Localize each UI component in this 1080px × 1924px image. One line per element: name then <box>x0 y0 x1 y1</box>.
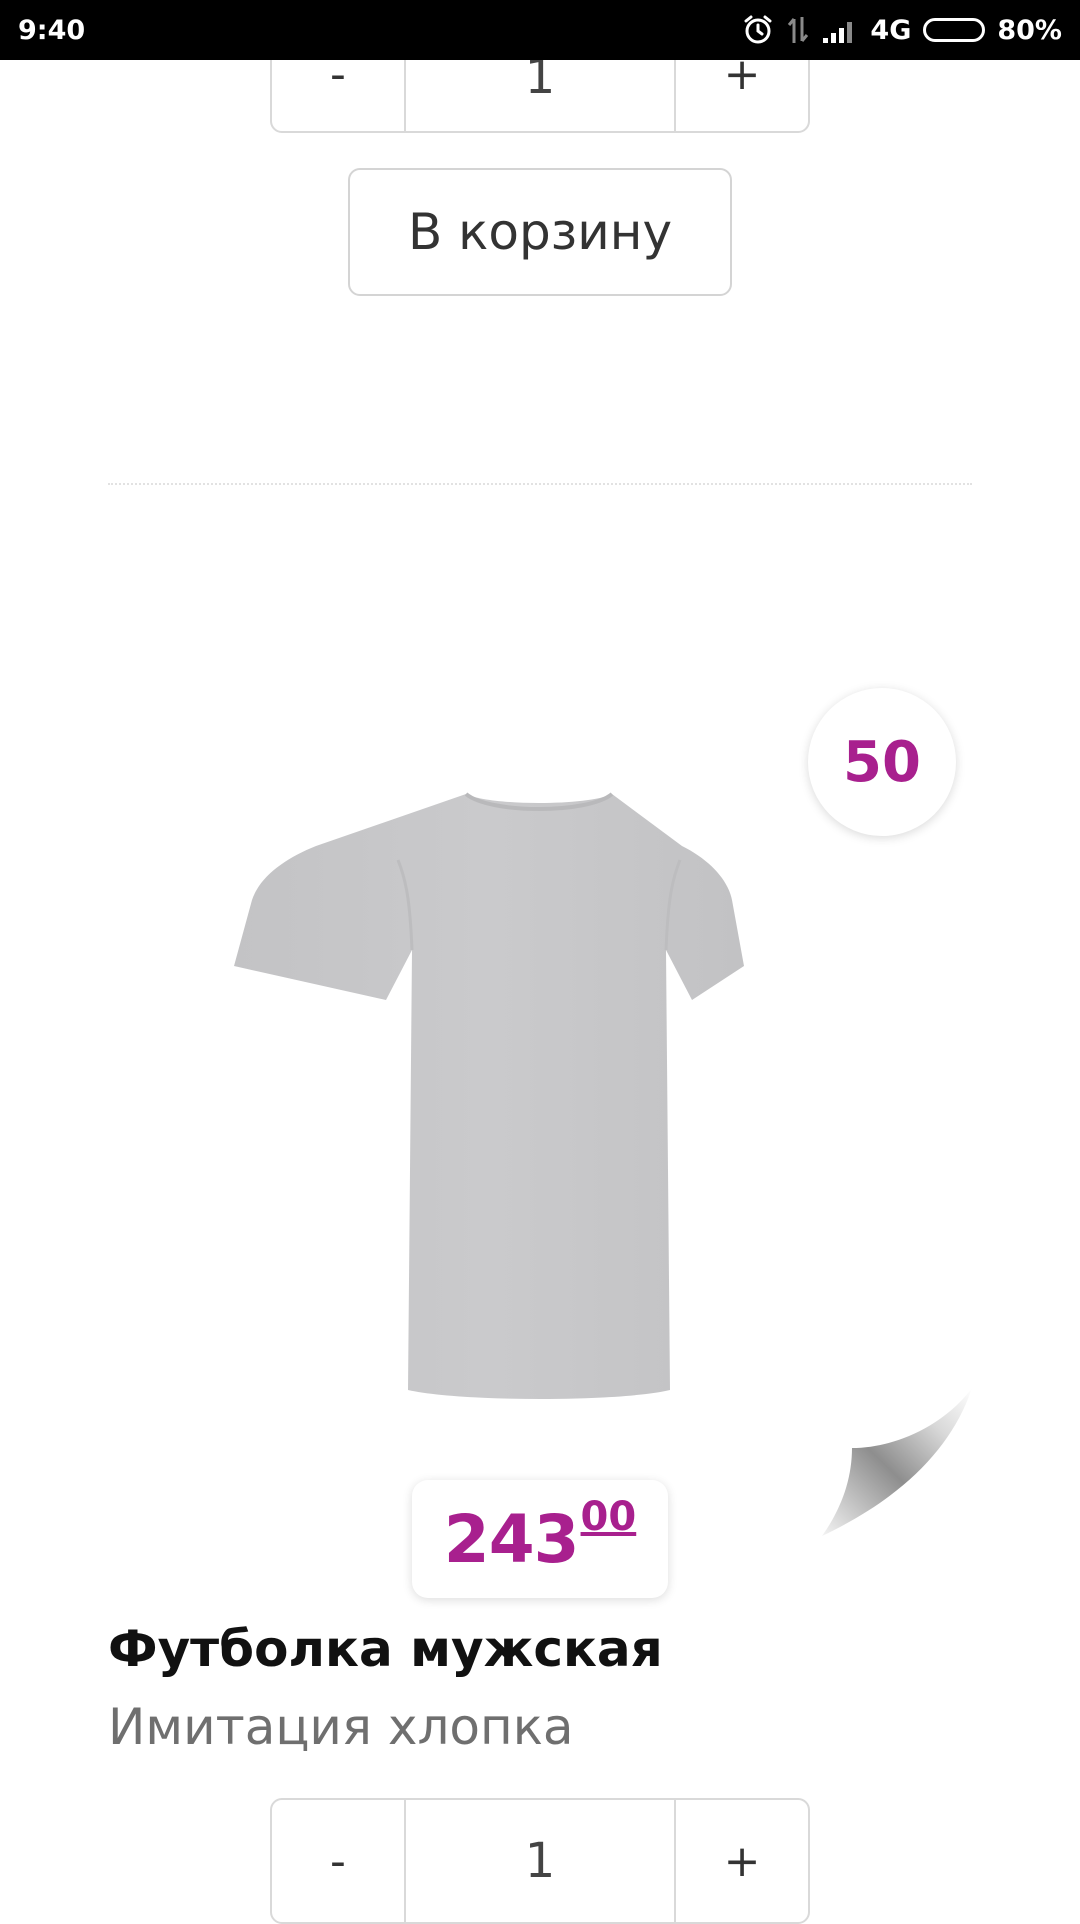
quantity-input[interactable]: 1 <box>404 1800 676 1922</box>
tshirt-image <box>234 792 744 1399</box>
status-bar: 9:40 4G 80% <box>0 0 1080 60</box>
data-arrows-icon <box>786 15 810 45</box>
product-subtitle: Имитация хлопка <box>108 1698 574 1756</box>
price-fraction: 00 <box>580 1494 637 1540</box>
status-time: 9:40 <box>18 14 86 46</box>
battery-percent: 80% <box>997 14 1062 46</box>
battery-icon <box>923 18 986 42</box>
decrease-quantity-button[interactable]: - <box>272 1800 404 1922</box>
add-to-cart-button[interactable]: В корзину <box>348 168 732 296</box>
price-tag: 243 00 <box>412 1480 668 1598</box>
quantity-stepper[interactable]: - 1 + <box>270 1798 810 1924</box>
discount-badge: 50 <box>808 688 956 836</box>
network-type: 4G <box>870 14 912 46</box>
product-title[interactable]: Футболка мужская <box>108 1620 663 1678</box>
product-divider <box>108 483 972 485</box>
alarm-icon <box>742 14 774 46</box>
price-integer: 243 <box>443 1500 580 1578</box>
status-icons: 4G 80% <box>742 14 1062 46</box>
page-curl-icon <box>822 1388 972 1536</box>
product-image[interactable] <box>220 780 860 1440</box>
signal-icon <box>822 16 858 44</box>
increase-quantity-button[interactable]: + <box>676 1800 808 1922</box>
